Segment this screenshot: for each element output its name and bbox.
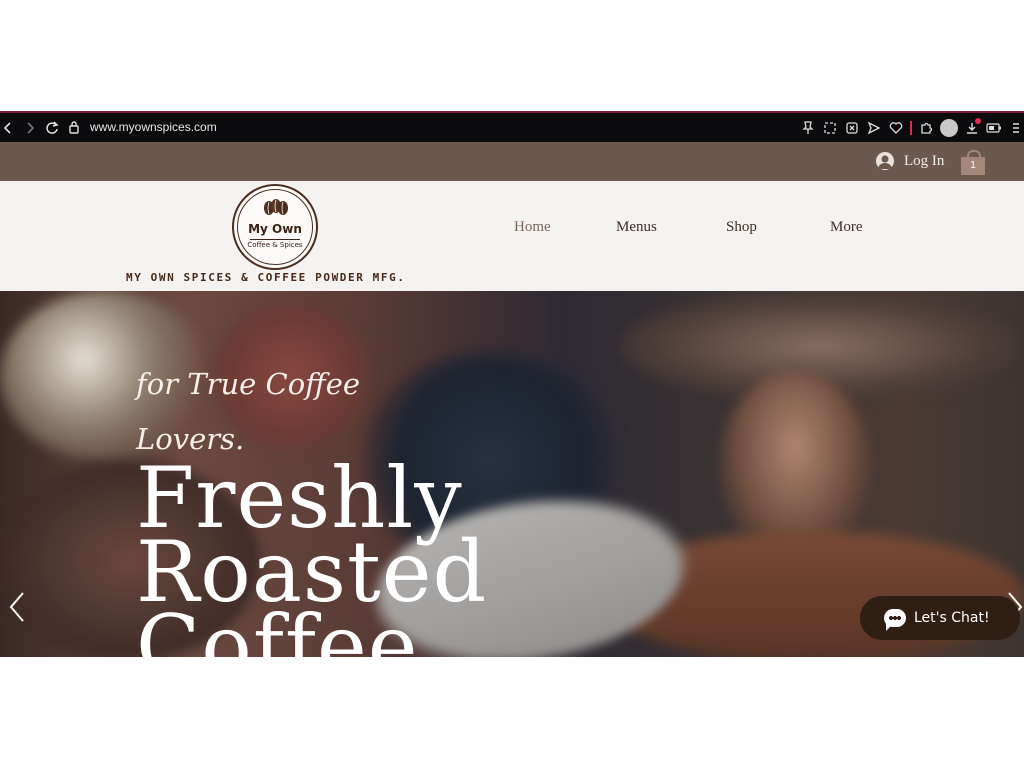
nav-menus[interactable]: Menus xyxy=(616,219,657,236)
logo-title: My Own xyxy=(248,222,302,236)
coffee-beans-icon xyxy=(264,199,288,215)
browser-toolbar: www.myownspices.com xyxy=(0,111,1024,142)
url-text[interactable]: www.myownspices.com xyxy=(90,120,217,134)
back-icon[interactable] xyxy=(0,120,16,136)
puzzle-icon[interactable] xyxy=(918,120,934,136)
heart-icon[interactable] xyxy=(888,120,904,136)
battery-icon xyxy=(986,120,1002,136)
browser-nav xyxy=(0,119,60,137)
logo-subtitle: Coffee & Spices xyxy=(247,241,303,249)
chat-bubble-icon xyxy=(884,609,906,631)
logo[interactable]: My Own Coffee & Spices xyxy=(232,184,318,270)
brand-tagline: MY OWN SPICES & COFFEE POWDER MFG. xyxy=(126,271,406,284)
hero-title: Freshly Roasted Coffee xyxy=(136,456,487,657)
send-icon[interactable] xyxy=(866,120,882,136)
cart-count: 1 xyxy=(970,160,976,171)
nav-home[interactable]: Home xyxy=(514,219,551,236)
screenshot-icon[interactable] xyxy=(822,120,838,136)
download-icon[interactable] xyxy=(964,118,981,136)
login-label: Log In xyxy=(904,152,945,169)
reload-icon[interactable] xyxy=(44,120,60,136)
profile-avatar-icon[interactable] xyxy=(940,119,958,137)
site-top-bar: Log In 1 xyxy=(0,142,1024,181)
chat-button[interactable]: Let's Chat! xyxy=(860,596,1020,640)
cart-button[interactable]: 1 xyxy=(960,149,986,175)
shield-x-icon[interactable] xyxy=(844,120,860,136)
login-button[interactable]: Log In xyxy=(876,152,944,170)
nav-more[interactable]: More xyxy=(830,219,863,236)
lock-icon xyxy=(66,119,82,135)
forward-icon[interactable] xyxy=(22,120,38,136)
divider xyxy=(910,121,912,135)
address-bar[interactable]: www.myownspices.com xyxy=(66,119,217,135)
chat-label: Let's Chat! xyxy=(914,610,990,626)
menu-icon[interactable] xyxy=(1008,120,1024,136)
site-header: My Own Coffee & Spices MY OWN SPICES & C… xyxy=(0,181,1024,291)
pin-icon[interactable] xyxy=(800,120,816,136)
extensions-bar xyxy=(800,118,1024,137)
user-icon xyxy=(876,152,894,170)
nav-shop[interactable]: Shop xyxy=(726,219,757,236)
prev-slide-arrow-icon[interactable] xyxy=(8,591,26,628)
